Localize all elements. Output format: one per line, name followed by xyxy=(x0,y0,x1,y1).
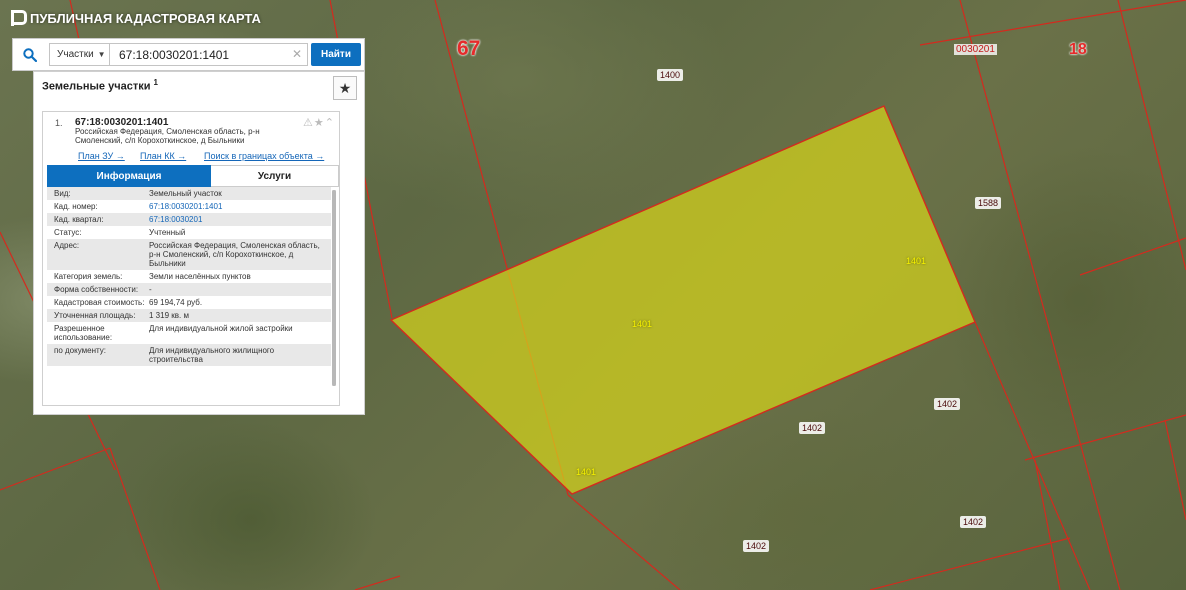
search-icon[interactable] xyxy=(13,39,47,70)
parcel-label[interactable]: 1402 xyxy=(743,540,770,552)
category-select-value: Участки xyxy=(57,49,94,60)
card-actions: ⚠★⌃ xyxy=(303,116,335,129)
tab-info[interactable]: Информация xyxy=(47,165,211,187)
result-card: 1. 67:18:0030201:1401 ⚠★⌃ Российская Фед… xyxy=(42,111,340,406)
info-row-label: по документу: xyxy=(54,346,106,355)
info-row-label: Категория земель: xyxy=(54,272,123,281)
app-header: ПУБЛИЧНАЯ КАДАСТРОВАЯ КАРТА xyxy=(0,0,400,36)
results-title-text: Земельные участки xyxy=(42,80,151,93)
info-row: Кад. квартал: 67:18:0030201 xyxy=(47,213,331,226)
info-row: Адрес: Российская Федерация, Смоленская о… xyxy=(47,239,331,270)
chevron-up-icon[interactable]: ⌃ xyxy=(325,117,335,129)
logo-icon xyxy=(11,10,27,26)
app-title: ПУБЛИЧНАЯ КАДАСТРОВАЯ КАРТА xyxy=(30,10,261,26)
parcel-label[interactable]: 1588 xyxy=(975,197,1002,209)
parcel-label-selected[interactable]: 1401 xyxy=(573,466,599,478)
info-row-value[interactable]: 67:18:0030201 xyxy=(149,215,331,224)
info-row-label: Кадастровая стоимость: xyxy=(54,298,145,307)
info-row-value: Учтенный xyxy=(149,228,186,237)
category-select[interactable]: Участки ▼ xyxy=(49,43,110,66)
results-panel: Земельные участки 1 ★ 1. 67:18:0030201:1… xyxy=(33,71,365,415)
tab-services[interactable]: Услуги xyxy=(211,165,339,187)
parcel-label[interactable]: 1402 xyxy=(960,516,987,528)
card-tabs: Информация Услуги xyxy=(47,165,339,187)
info-row-value: Земли населённых пунктов xyxy=(149,272,251,281)
quarter-label: 18 xyxy=(1069,41,1087,58)
parcel-label-selected[interactable]: 1401 xyxy=(629,318,655,330)
info-row: Форма собственности: - xyxy=(47,283,331,296)
info-row-value: 69 194,74 руб. xyxy=(149,298,203,307)
info-row-value: - xyxy=(149,285,152,294)
results-title: Земельные участки 1 xyxy=(42,78,158,93)
plan-zu-link[interactable]: План ЗУ → xyxy=(78,151,125,161)
info-row: Кадастровая стоимость: 69 194,74 руб. xyxy=(47,296,331,309)
parcel-label-selected[interactable]: 1401 xyxy=(903,255,929,267)
info-row-label: Разрешенное использование: xyxy=(54,324,113,342)
chevron-down-icon: ▼ xyxy=(97,50,106,59)
info-row-label: Форма собственности: xyxy=(54,285,139,294)
info-row-label: Адрес: xyxy=(54,241,80,250)
info-row: Кад. номер: 67:18:0030201:1401 xyxy=(47,200,331,213)
info-row: Вид: Земельный участок xyxy=(47,187,331,200)
search-panel: Участки ▼ ✕ Найти xyxy=(12,38,365,71)
search-bar: Участки ▼ ✕ Найти xyxy=(12,38,365,71)
info-row-label: Уточненная площадь: xyxy=(54,311,136,320)
warning-icon[interactable]: ⚠ xyxy=(303,117,314,129)
star-icon[interactable]: ★ xyxy=(314,117,325,129)
info-row: по документу: Для индивидуального жилищно… xyxy=(47,344,331,366)
info-row-label: Вид: xyxy=(54,189,71,198)
star-icon: ★ xyxy=(338,79,352,96)
parcel-label[interactable]: 1402 xyxy=(934,398,961,410)
search-input[interactable] xyxy=(110,43,308,66)
info-row-value: Российская Федерация, Смоленская область… xyxy=(149,241,320,268)
result-address: Российская Федерация, Смоленская область… xyxy=(75,127,260,145)
info-row: Разрешенное использование: Для индивидуал… xyxy=(47,322,331,344)
search-in-bounds-link[interactable]: Поиск в границах объекта → xyxy=(204,151,324,161)
district-label: 67 xyxy=(457,37,481,60)
info-row-value: 1 319 кв. м xyxy=(149,311,189,320)
parcel-label[interactable]: 1400 xyxy=(657,69,684,81)
results-count: 1 xyxy=(153,78,158,87)
info-row: Статус: Учтенный xyxy=(47,226,331,239)
parcel-label[interactable]: 1402 xyxy=(799,422,826,434)
info-row-value: Для индивидуальной жилой застройки xyxy=(149,324,293,333)
plan-kk-link[interactable]: План КК → xyxy=(140,151,186,161)
quarter-code-label: 0030201 xyxy=(954,44,997,55)
favorites-button[interactable]: ★ xyxy=(333,76,357,100)
info-row-label: Статус: xyxy=(54,228,82,237)
result-index: 1. xyxy=(55,118,63,128)
info-scrollbar[interactable] xyxy=(332,190,336,386)
find-button[interactable]: Найти xyxy=(311,43,361,66)
info-table: Вид: Земельный участок Кад. номер: 67:18:00… xyxy=(47,187,331,403)
info-row-value: Для индивидуального жилищного строительс… xyxy=(149,346,275,364)
info-row-value: Земельный участок xyxy=(149,189,222,198)
close-icon[interactable]: ✕ xyxy=(292,48,302,60)
info-row-label: Кад. номер: xyxy=(54,202,98,211)
scroll-thumb[interactable] xyxy=(332,190,336,386)
info-row: Категория земель: Земли населённых пункто… xyxy=(47,270,331,283)
info-row-label: Кад. квартал: xyxy=(54,215,104,224)
info-row-value[interactable]: 67:18:0030201:1401 xyxy=(149,202,331,211)
info-row: Уточненная площадь: 1 319 кв. м xyxy=(47,309,331,322)
